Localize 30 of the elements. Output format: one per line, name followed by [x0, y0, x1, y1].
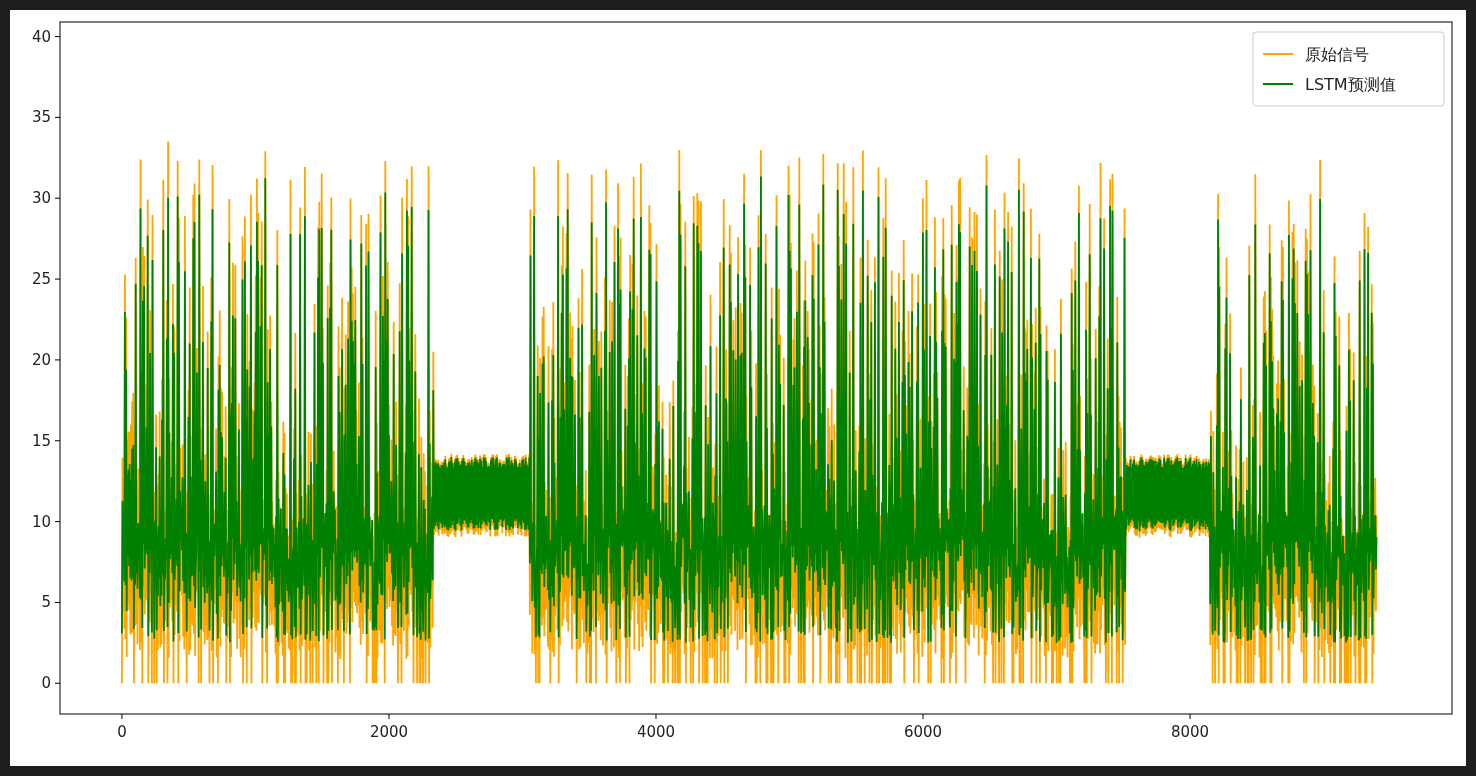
y-tick — [54, 278, 61, 280]
y-tick-label: 15 — [31, 431, 51, 450]
legend-label: LSTM预测值 — [1305, 75, 1396, 94]
y-tick-label: 40 — [31, 27, 51, 46]
x-tick — [655, 713, 657, 720]
y-tick-label: 10 — [31, 512, 51, 531]
y-tick — [54, 601, 61, 603]
legend-label: 原始信号 — [1305, 45, 1369, 64]
y-tick-label: 0 — [41, 674, 51, 693]
x-tick — [922, 713, 924, 720]
x-tick-label: 4000 — [636, 723, 676, 741]
x-tick — [1189, 713, 1191, 720]
x-tick-label: 8000 — [1170, 723, 1210, 741]
y-tick-label: 25 — [31, 270, 51, 289]
y-tick-label: 35 — [31, 108, 51, 127]
y-tick — [54, 36, 61, 38]
x-tick-label: 0 — [117, 723, 127, 741]
x-tick — [121, 713, 123, 720]
y-tick — [54, 197, 61, 199]
y-tick-label: 5 — [41, 593, 51, 612]
y-tick — [54, 440, 61, 442]
x-tick-label: 6000 — [903, 723, 943, 741]
y-tick — [54, 682, 61, 684]
y-tick — [54, 521, 61, 523]
y-tick — [54, 359, 61, 361]
x-tick-label: 2000 — [369, 723, 409, 741]
y-tick — [54, 116, 61, 118]
y-tick-label: 20 — [31, 350, 51, 369]
y-tick-label: 30 — [31, 189, 51, 208]
x-tick — [388, 713, 390, 720]
